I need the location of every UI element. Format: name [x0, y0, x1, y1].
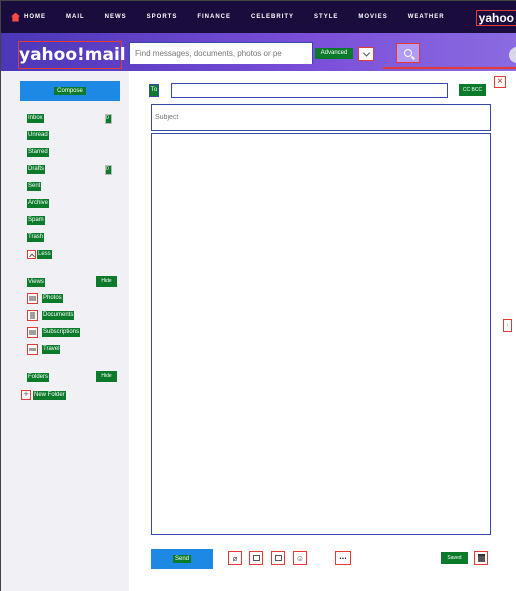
close-icon[interactable]: × — [494, 76, 506, 88]
sidebar-item-travel[interactable]: Travel — [27, 344, 61, 355]
to-label: To — [149, 84, 159, 97]
nav-style[interactable]: STYLE — [314, 14, 338, 20]
nav-news[interactable]: NEWS — [105, 14, 127, 20]
views-heading: Views — [27, 278, 45, 287]
compose-panel: To CC BCC × › Send ⌀ ☺ ... Saved — [129, 71, 516, 591]
caret-up-icon — [27, 250, 36, 259]
to-field[interactable] — [171, 83, 448, 98]
drafts-count: 0 — [105, 165, 112, 175]
yahoo-mail-logo[interactable]: yahoo!mail — [18, 41, 126, 69]
compose-button[interactable]: Compose — [20, 81, 120, 101]
home-icon — [11, 12, 20, 22]
less-toggle[interactable]: Less — [27, 250, 52, 259]
sidebar-item-trash[interactable]: Trash — [27, 233, 45, 242]
folders-heading: Folders — [27, 373, 50, 382]
sticker-icon[interactable] — [271, 551, 285, 565]
attach-icon[interactable]: ⌀ — [228, 551, 242, 565]
sidebar-item-sent[interactable]: Sent — [27, 182, 42, 191]
sidebar: Compose Inbox 0 Unread Starred Drafts 0 … — [1, 71, 129, 591]
advanced-search-toggle[interactable] — [358, 47, 374, 61]
top-nav: HOME MAIL NEWS SPORTS FINANCE CELEBRITY … — [1, 1, 516, 33]
subject-field[interactable] — [151, 104, 491, 131]
document-icon — [27, 310, 38, 321]
nav-celebrity[interactable]: CELEBRITY — [251, 14, 294, 20]
subject-input[interactable] — [152, 105, 490, 130]
sidebar-item-inbox[interactable]: Inbox — [27, 114, 44, 123]
avatar[interactable] — [509, 47, 516, 63]
sidebar-item-spam[interactable]: Spam — [27, 216, 45, 225]
nav-mail[interactable]: MAIL — [66, 14, 85, 20]
nav-weather[interactable]: WEATHER — [408, 14, 445, 20]
search-icon — [404, 49, 412, 57]
yahoo-brand-link[interactable]: yahoo — [475, 10, 516, 26]
sidebar-item-drafts[interactable]: Drafts — [27, 165, 46, 174]
search-box[interactable] — [129, 42, 313, 64]
search-input[interactable] — [130, 43, 312, 64]
plus-icon: + — [21, 390, 31, 400]
sidebar-item-starred[interactable]: Starred — [27, 148, 49, 157]
chevron-right-icon[interactable]: › — [503, 319, 512, 332]
saved-status: Saved — [441, 552, 468, 564]
nav-finance[interactable]: FINANCE — [197, 14, 231, 20]
newsletter-icon — [27, 327, 38, 338]
sidebar-item-documents[interactable]: Documents — [27, 310, 75, 321]
chevron-down-icon — [362, 49, 370, 57]
cc-bcc-button[interactable]: CC BCC — [459, 84, 486, 96]
trash-icon[interactable] — [474, 551, 488, 565]
sidebar-item-unread[interactable]: Unread — [27, 131, 49, 140]
views-hide-button[interactable]: Hide — [96, 276, 117, 287]
plane-icon — [27, 344, 38, 355]
inbox-count: 0 — [105, 114, 112, 124]
sidebar-item-photos[interactable]: Photos — [27, 293, 63, 304]
emoji-icon[interactable]: ☺ — [293, 551, 307, 565]
send-button[interactable]: Send — [151, 549, 213, 569]
more-options-button[interactable]: ... — [335, 551, 351, 565]
nav-sports[interactable]: SPORTS — [147, 14, 178, 20]
sidebar-item-archive[interactable]: Archive — [27, 199, 50, 208]
photo-icon — [27, 293, 38, 304]
nav-home[interactable]: HOME — [11, 12, 46, 22]
mail-header: yahoo!mail Advanced — [1, 33, 516, 71]
new-folder-button[interactable]: + New Folder — [21, 390, 66, 400]
nav-movies[interactable]: MOVIES — [358, 14, 387, 20]
sidebar-item-subscriptions[interactable]: Subscriptions — [27, 327, 81, 338]
header-underline — [383, 67, 516, 69]
gif-icon[interactable] — [249, 551, 263, 565]
advanced-search-label[interactable]: Advanced — [315, 48, 353, 59]
folders-hide-button[interactable]: Hide — [96, 371, 117, 382]
message-body[interactable] — [151, 133, 491, 535]
search-button[interactable] — [396, 43, 420, 63]
